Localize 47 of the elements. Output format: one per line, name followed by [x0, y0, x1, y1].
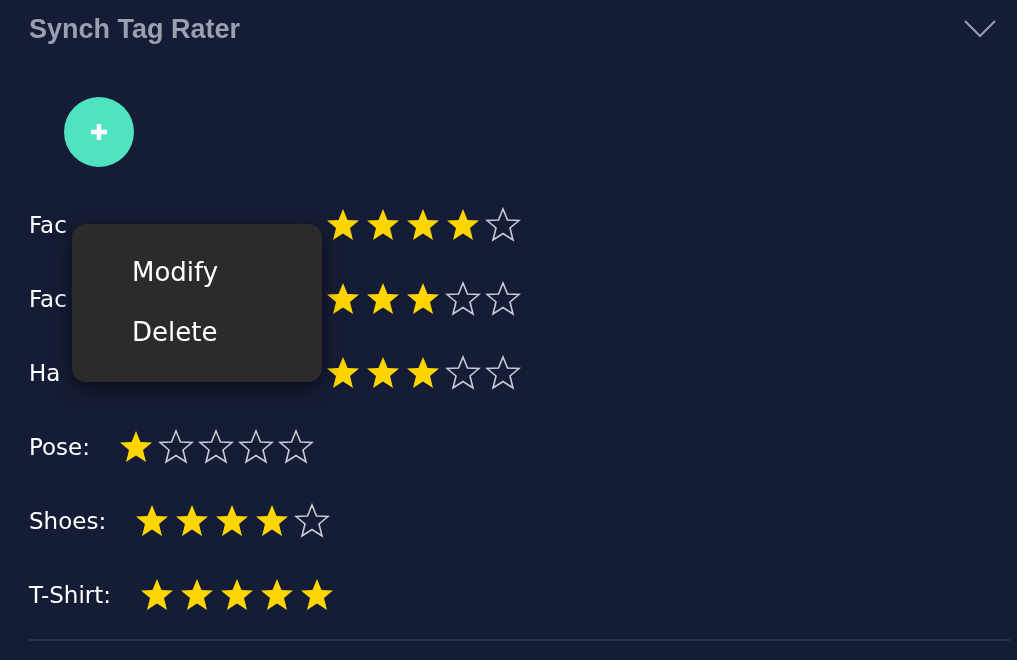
chevron-icon[interactable]: [964, 20, 996, 38]
panel-title: Synch Tag Rater: [29, 13, 241, 45]
filled-star-icon[interactable]: [325, 207, 361, 243]
rating-label: Pose:: [29, 434, 90, 460]
empty-star-icon[interactable]: [445, 281, 481, 317]
star-rating[interactable]: [325, 207, 521, 243]
filled-star-icon[interactable]: [325, 355, 361, 391]
rating-label: Fac: [29, 212, 67, 238]
star-rating[interactable]: [325, 355, 521, 391]
empty-star-icon[interactable]: [198, 429, 234, 465]
filled-star-icon[interactable]: [365, 355, 401, 391]
filled-star-icon[interactable]: [174, 503, 211, 539]
filled-star-icon[interactable]: [219, 577, 256, 613]
empty-star-icon[interactable]: [294, 503, 331, 539]
empty-star-icon[interactable]: [485, 207, 521, 243]
rating-label: Shoes:: [29, 508, 107, 534]
star-rating[interactable]: [325, 281, 521, 317]
filled-star-icon[interactable]: [405, 281, 441, 317]
rating-label: Ha: [29, 360, 61, 386]
filled-star-icon[interactable]: [445, 207, 481, 243]
filled-star-icon[interactable]: [179, 577, 216, 613]
filled-star-icon[interactable]: [325, 281, 361, 317]
empty-star-icon[interactable]: [485, 355, 521, 391]
filled-star-icon[interactable]: [118, 429, 154, 465]
plus-icon: [89, 122, 109, 142]
filled-star-icon[interactable]: [139, 577, 176, 613]
empty-star-icon[interactable]: [278, 429, 314, 465]
star-rating[interactable]: [139, 577, 336, 613]
menu-item[interactable]: Delete: [132, 316, 322, 348]
empty-star-icon[interactable]: [238, 429, 274, 465]
filled-star-icon[interactable]: [299, 577, 336, 613]
empty-star-icon[interactable]: [485, 281, 521, 317]
filled-star-icon[interactable]: [405, 207, 441, 243]
menu-item[interactable]: Modify: [132, 256, 322, 288]
filled-star-icon[interactable]: [365, 281, 401, 317]
filled-star-icon[interactable]: [134, 503, 171, 539]
filled-star-icon[interactable]: [259, 577, 296, 613]
rating-label: Fac: [29, 286, 67, 312]
filled-star-icon[interactable]: [214, 503, 251, 539]
star-rating[interactable]: [118, 429, 314, 465]
star-rating[interactable]: [134, 503, 331, 539]
filled-star-icon[interactable]: [365, 207, 401, 243]
filled-star-icon[interactable]: [254, 503, 291, 539]
empty-star-icon[interactable]: [158, 429, 194, 465]
empty-star-icon[interactable]: [445, 355, 481, 391]
filled-star-icon[interactable]: [405, 355, 441, 391]
rating-label: T-Shirt:: [29, 582, 112, 608]
